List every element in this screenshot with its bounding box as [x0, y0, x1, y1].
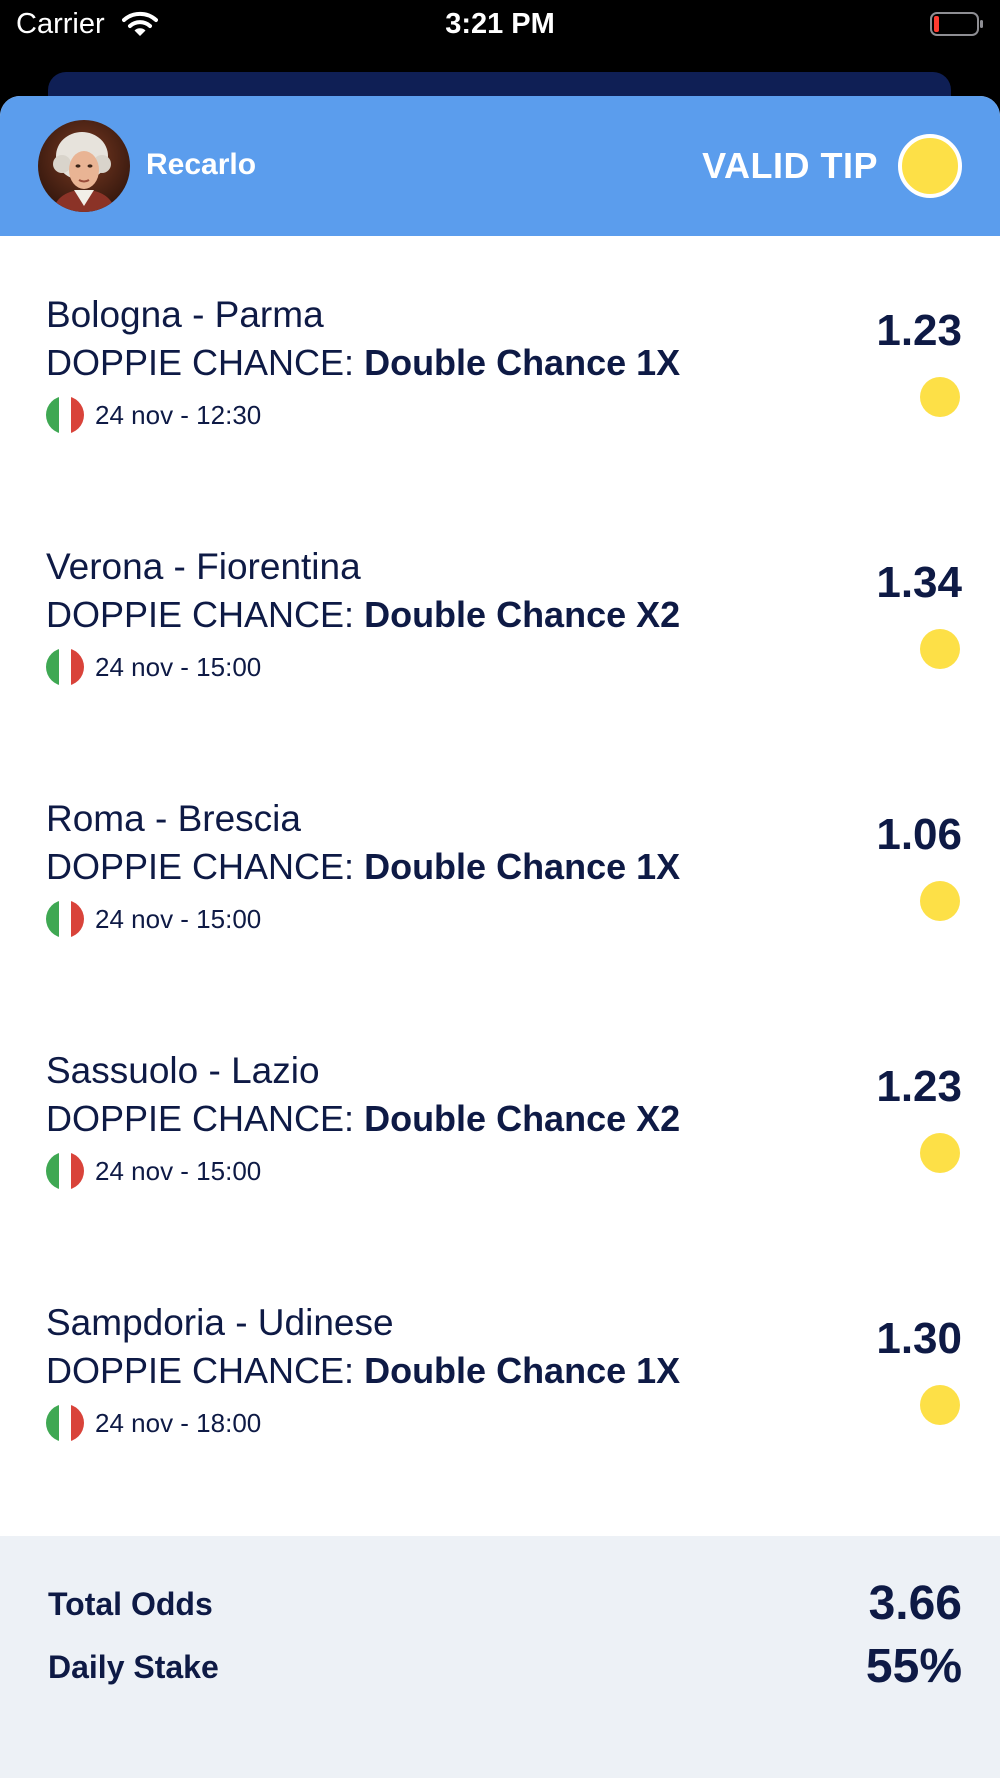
match-odds: 1.23 — [876, 306, 962, 355]
match-odds: 1.34 — [876, 558, 962, 607]
match-teams: Verona - Fiorentina — [46, 546, 361, 587]
italy-flag-icon — [46, 396, 84, 434]
match-date: 24 nov - 12:30 — [95, 400, 262, 430]
total-odds-value: 3.66 — [868, 1577, 962, 1630]
match-market: DOPPIE CHANCE: Double Chance X2 — [46, 594, 680, 636]
match-list: Bologna - Parma DOPPIE CHANCE: Double Ch… — [0, 236, 1000, 1496]
match-date: 24 nov - 15:00 — [95, 904, 262, 934]
match-status-dot — [920, 377, 960, 417]
list-item[interactable]: Sassuolo - Lazio DOPPIE CHANCE: Double C… — [0, 992, 1000, 1244]
tip-card: Recarlo VALID TIP Bologna - Parma DOPPIE… — [0, 96, 1000, 1778]
avatar-portrait-icon — [38, 120, 130, 212]
match-teams: Sassuolo - Lazio — [46, 1050, 320, 1091]
daily-stake-label: Daily Stake — [48, 1649, 219, 1685]
match-odds: 1.30 — [876, 1314, 962, 1363]
battery-icon — [930, 12, 983, 36]
match-pick: Double Chance 1X — [364, 1350, 681, 1391]
match-date: 24 nov - 18:00 — [95, 1408, 262, 1438]
match-date: 24 nov - 15:00 — [95, 1156, 262, 1186]
match-status-dot — [920, 1385, 960, 1425]
match-market: DOPPIE CHANCE: Double Chance X2 — [46, 1098, 680, 1140]
italy-flag-icon — [46, 648, 84, 686]
status-bar: Carrier 3:21 PM — [0, 0, 1000, 50]
market-label: DOPPIE CHANCE: — [46, 342, 355, 383]
list-item[interactable]: Bologna - Parma DOPPIE CHANCE: Double Ch… — [0, 236, 1000, 488]
match-odds: 1.06 — [876, 810, 962, 859]
market-label: DOPPIE CHANCE: — [46, 1350, 355, 1391]
match-pick: Double Chance X2 — [364, 594, 681, 635]
total-odds-label: Total Odds — [48, 1586, 213, 1622]
match-market: DOPPIE CHANCE: Double Chance 1X — [46, 342, 680, 384]
username[interactable]: Recarlo — [146, 148, 256, 182]
market-label: DOPPIE CHANCE: — [46, 594, 355, 635]
italy-flag-icon — [46, 1152, 84, 1190]
tip-header: Recarlo VALID TIP — [0, 96, 1000, 236]
market-label: DOPPIE CHANCE: — [46, 1098, 355, 1139]
clock: 3:21 PM — [445, 8, 555, 40]
italy-flag-icon — [46, 900, 84, 938]
tip-summary: Total Odds 3.66 Daily Stake 55% — [0, 1536, 1000, 1778]
list-item[interactable]: Roma - Brescia DOPPIE CHANCE: Double Cha… — [0, 740, 1000, 992]
match-status-dot — [920, 1133, 960, 1173]
match-status-dot — [920, 629, 960, 669]
match-date: 24 nov - 15:00 — [95, 652, 262, 682]
match-market: DOPPIE CHANCE: Double Chance 1X — [46, 1350, 680, 1392]
match-pick: Double Chance 1X — [364, 846, 681, 887]
match-pick: Double Chance 1X — [364, 342, 681, 383]
avatar[interactable] — [38, 120, 130, 212]
match-teams: Bologna - Parma — [46, 294, 324, 335]
market-label: DOPPIE CHANCE: — [46, 846, 355, 887]
match-market: DOPPIE CHANCE: Double Chance 1X — [46, 846, 680, 888]
tip-status-dot — [898, 134, 962, 198]
tip-status-label: VALID TIP — [702, 145, 878, 186]
match-teams: Roma - Brescia — [46, 798, 301, 839]
list-item[interactable]: Verona - Fiorentina DOPPIE CHANCE: Doubl… — [0, 488, 1000, 740]
list-item[interactable]: Sampdoria - Udinese DOPPIE CHANCE: Doubl… — [0, 1244, 1000, 1496]
match-teams: Sampdoria - Udinese — [46, 1302, 394, 1343]
match-pick: Double Chance X2 — [364, 1098, 681, 1139]
daily-stake-value: 55% — [865, 1640, 962, 1693]
match-status-dot — [920, 881, 960, 921]
italy-flag-icon — [46, 1404, 84, 1442]
match-odds: 1.23 — [876, 1062, 962, 1111]
